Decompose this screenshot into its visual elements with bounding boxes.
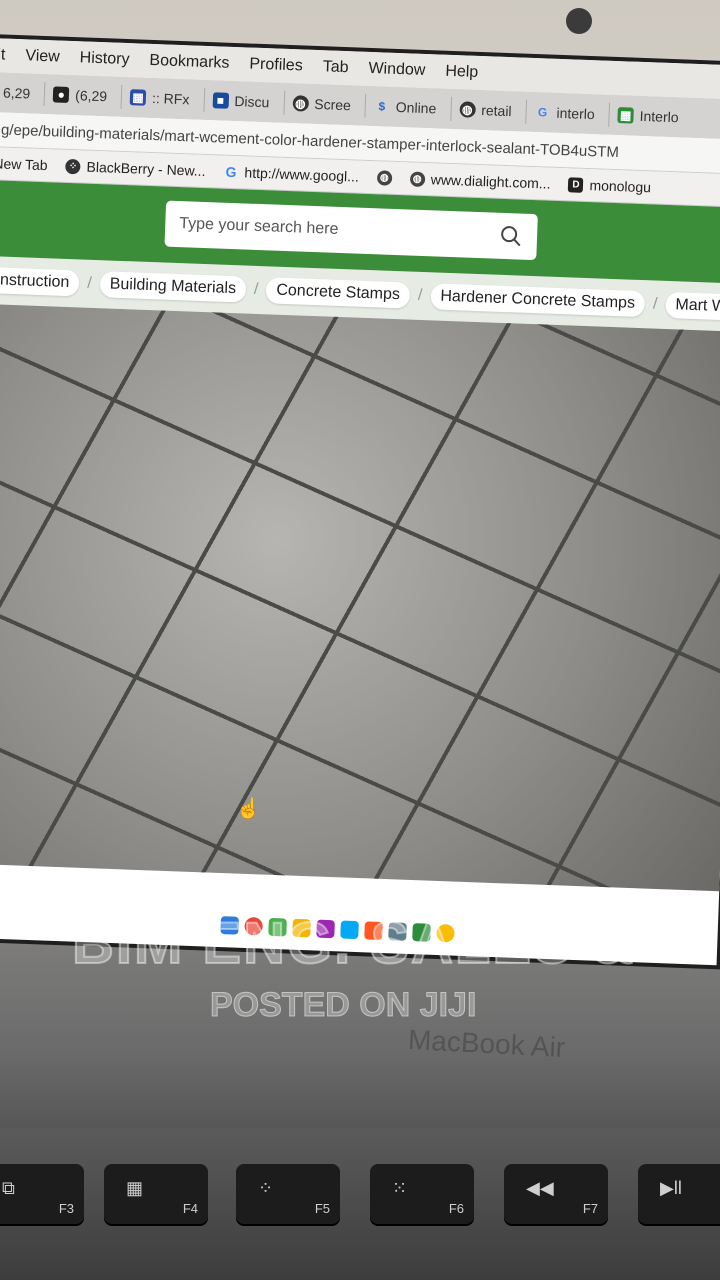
globe-icon: ◍ — [376, 169, 393, 186]
breadcrumb-concrete-stamps[interactable]: Concrete Stamps — [265, 277, 411, 309]
keyboard-brightness-down-icon: ⁘ — [258, 1178, 274, 1198]
bookmark-new-tab[interactable]: New Tab — [0, 155, 48, 173]
key-f7[interactable]: ◀◀ F7 — [504, 1164, 608, 1224]
tab-1[interactable]: 6,29 — [0, 80, 39, 106]
menu-bookmarks[interactable]: Bookmarks — [149, 52, 230, 73]
tab-5[interactable]: ◍ Scree — [282, 90, 360, 118]
breadcrumb-hardener-concrete-stamps[interactable]: Hardener Concrete Stamps — [429, 283, 646, 318]
bookmark-globe[interactable]: ◍ — [376, 169, 393, 186]
bookmark-label: monologu — [589, 177, 652, 196]
search-box[interactable]: Type your search here — [164, 200, 538, 261]
breadcrumb-separator: / — [253, 280, 259, 298]
tab-label: :: RFx — [151, 89, 190, 108]
photo: it View History Bookmarks Profiles Tab W… — [0, 0, 720, 1280]
tab-6[interactable]: $ Online — [364, 93, 445, 121]
tab-3[interactable]: ▦ :: RFx — [120, 84, 198, 112]
menu-edit[interactable]: it — [0, 46, 6, 64]
laptop-brand-label: MacBook Air — [407, 1023, 566, 1064]
globe-icon: ◍ — [292, 95, 309, 112]
d-icon: D — [568, 176, 584, 193]
menu-profiles[interactable]: Profiles — [249, 56, 303, 76]
breadcrumb-separator: / — [652, 295, 658, 313]
tab-7[interactable]: ◍ retail — [449, 96, 521, 124]
tab-label: retail — [480, 102, 512, 120]
bookmark-monologue[interactable]: D monologu — [568, 176, 651, 195]
mouse-cursor-icon: ☝ — [236, 798, 261, 820]
google-icon: G — [225, 163, 237, 181]
keyboard-brightness-up-icon: ⁙ — [392, 1178, 408, 1198]
bookmark-dialight[interactable]: ◍ www.dialight.com... — [409, 170, 551, 192]
breadcrumb-mart[interactable]: Mart W — [664, 291, 720, 321]
key-f5[interactable]: ⁘ F5 — [236, 1164, 340, 1224]
tab-label: 6,29 — [2, 84, 31, 102]
globe-icon: ◍ — [409, 170, 426, 187]
key-f4[interactable]: ▦ F4 — [104, 1164, 208, 1224]
chat-icon: ● — [52, 86, 70, 103]
menu-history[interactable]: History — [79, 49, 129, 69]
menu-window[interactable]: Window — [368, 60, 425, 80]
play-pause-icon: ▶ll — [660, 1178, 682, 1198]
tab-8[interactable]: G interlo — [525, 99, 604, 127]
menu-view[interactable]: View — [25, 47, 60, 66]
dollar-icon: $ — [378, 99, 386, 114]
menu-help[interactable]: Help — [445, 63, 479, 82]
search-placeholder: Type your search here — [179, 215, 339, 238]
globe-icon: ◍ — [458, 101, 476, 118]
watermark-seller: BIM ENG. SALES & — [71, 910, 636, 977]
breadcrumb-separator: / — [417, 286, 423, 305]
laptop-screen: it View History Bookmarks Profiles Tab W… — [0, 38, 720, 966]
tab-9[interactable]: ▦ Interlo — [608, 102, 687, 130]
bookmark-label: BlackBerry - New... — [86, 158, 206, 179]
rewind-icon: ◀◀ — [526, 1178, 554, 1198]
menu-tab[interactable]: Tab — [322, 58, 348, 77]
launchpad-icon: ▦ — [126, 1178, 144, 1198]
tab-label: interlo — [556, 104, 595, 123]
bookmark-google[interactable]: G http://www.googl... — [223, 164, 359, 185]
mission-control-icon: ⧉ — [2, 1178, 15, 1198]
grid-icon: ▦ — [129, 89, 147, 106]
tab-2[interactable]: ● (6,29 — [43, 82, 116, 109]
tab-label: Scree — [314, 95, 352, 114]
bookmark-label: New Tab — [0, 155, 48, 174]
tab-4[interactable]: ■ Discu — [202, 87, 278, 115]
bookmark-label: http://www.googl... — [244, 164, 360, 185]
breadcrumb-building-materials[interactable]: Building Materials — [99, 271, 247, 303]
search-icon[interactable] — [499, 224, 524, 249]
watermark-posted: POSTED ON JIJI — [209, 986, 477, 1025]
tab-label: (6,29 — [74, 87, 108, 105]
key-f8[interactable]: ▶ll — [638, 1164, 720, 1224]
blackberry-icon: ⁘ — [65, 158, 81, 174]
keyboard: ⧉ F3 ▦ F4 ⁘ F5 ⁙ F6 ◀◀ F7 ▶ll — [0, 1128, 720, 1280]
bookmark-blackberry[interactable]: ⁘ BlackBerry - New... — [65, 158, 206, 179]
breadcrumb-construction[interactable]: onstruction — [0, 266, 80, 297]
tab-label: Interlo — [639, 107, 679, 126]
key-f6[interactable]: ⁙ F6 — [370, 1164, 474, 1224]
product-image-stamped-concrete[interactable] — [0, 303, 720, 892]
tab-label: Online — [395, 98, 437, 117]
key-f3[interactable]: ⧉ F3 — [0, 1164, 84, 1224]
breadcrumb-separator: / — [87, 274, 93, 292]
square-icon: ■ — [212, 92, 229, 109]
camera-dot — [566, 8, 592, 34]
google-icon: G — [537, 105, 548, 120]
bookmark-label: www.dialight.com... — [430, 171, 551, 192]
grid-icon: ▦ — [617, 107, 634, 124]
tab-label: Discu — [234, 93, 270, 111]
